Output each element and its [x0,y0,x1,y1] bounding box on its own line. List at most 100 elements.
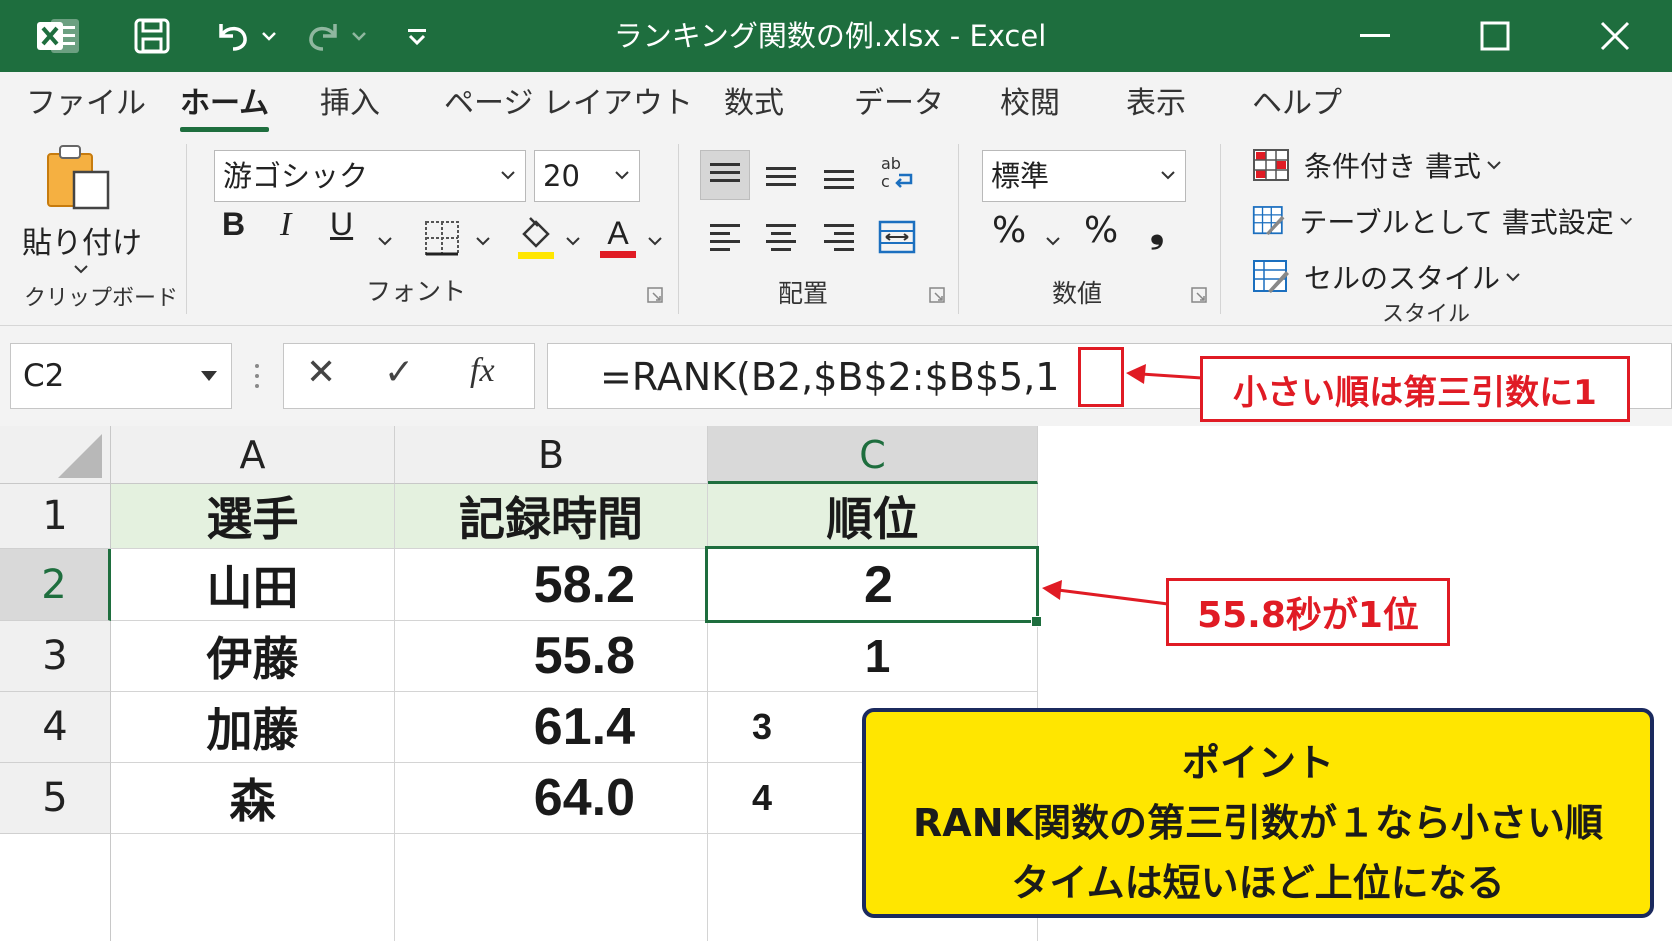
fill-color-button[interactable] [516,212,556,260]
underline-dropdown-icon[interactable] [378,236,392,246]
format-as-table-button[interactable]: テーブルとして 書式設定 [1252,198,1632,244]
percent-style-button[interactable]: % [992,210,1026,251]
font-color-letter: A [607,214,629,251]
separator [958,144,959,314]
tab-insert[interactable]: 挿入 [320,82,380,126]
italic-button[interactable]: I [280,206,291,244]
chevron-down-icon [1506,273,1520,282]
paste-dropdown-icon[interactable] [74,264,88,274]
row-header-5[interactable]: 5 [0,763,111,834]
row-header-blank [0,834,111,941]
format-as-table-label: テーブルとして 書式設定 [1299,206,1614,239]
fill-color-dropdown-icon[interactable] [566,236,580,246]
borders-dropdown-icon[interactable] [476,236,490,246]
cell-b5[interactable]: 64.0 [395,763,708,834]
row-header-3[interactable]: 3 [0,621,111,692]
undo-dropdown-icon[interactable] [258,0,280,72]
paste-label[interactable]: 貼り付け [22,218,142,262]
separator [678,144,679,314]
alignment-dialog-launcher-icon[interactable] [928,286,946,304]
align-top-button[interactable] [700,150,750,200]
bold-button[interactable]: B [222,206,245,243]
chevron-down-icon [1619,217,1632,225]
cell-b2[interactable]: 58.2 [395,549,708,621]
borders-button[interactable] [422,218,462,258]
excel-logo-icon [28,0,88,72]
tab-help[interactable]: ヘルプ [1252,82,1342,126]
align-center-button[interactable] [756,212,806,262]
insert-function-button[interactable]: fx [470,352,495,390]
redo-icon[interactable] [298,0,348,72]
tab-review[interactable]: 校閲 [1000,82,1060,126]
wrap-text-button[interactable]: ab c [872,146,922,196]
row-header-4[interactable]: 4 [0,692,111,763]
font-dialog-launcher-icon[interactable] [646,286,664,304]
close-icon[interactable] [1590,0,1640,72]
cell-c3[interactable]: 1 [708,621,1038,692]
fill-handle[interactable] [1031,616,1042,627]
merge-center-button[interactable] [872,212,922,262]
cell-b3[interactable]: 55.8 [395,621,708,692]
comma-style-button[interactable]: ❟ [1150,210,1164,252]
font-color-button[interactable]: A [598,212,638,260]
align-bottom-button[interactable] [814,150,864,200]
save-icon[interactable] [124,0,180,72]
align-right-icon [824,224,854,251]
minimize-icon[interactable] [1352,0,1398,72]
rank-arrow-icon [1042,580,1168,606]
underline-button[interactable]: U [330,206,353,243]
customize-quick-access-icon[interactable] [400,0,434,72]
row-header-2[interactable]: 2 [0,549,111,621]
font-name-dropdown[interactable]: 游ゴシック [214,150,526,202]
paint-bucket-icon [518,217,554,259]
number-dialog-launcher-icon[interactable] [1190,286,1208,304]
conditional-formatting-button[interactable]: 条件付き 書式 [1252,142,1542,188]
tab-file[interactable]: ファイル [26,82,146,126]
tab-home[interactable]: ホーム [180,82,270,132]
column-header-a[interactable]: A [111,426,395,484]
active-cell-border [705,546,1039,623]
cell-a1[interactable]: 選手 [111,484,395,549]
enter-button[interactable]: ✓ [384,352,414,393]
font-size-dropdown[interactable]: 20 [534,150,640,202]
name-box-value: C2 [23,358,65,394]
percent-button[interactable]: % [1084,210,1118,251]
align-middle-icon [766,167,796,186]
number-format-dropdown[interactable]: 標準 [982,150,1186,202]
cell-c1[interactable]: 順位 [708,484,1038,549]
cell-b1[interactable]: 記録時間 [395,484,708,549]
accounting-dropdown-icon[interactable] [1046,236,1060,246]
select-all-corner[interactable] [0,426,111,484]
align-right-button[interactable] [814,212,864,262]
formula-callout: 小さい順は第三引数に1 [1200,356,1630,422]
row-header-1[interactable]: 1 [0,484,111,549]
cell-b4[interactable]: 61.4 [395,692,708,763]
ribbon-tabs: ファイル ホーム 挿入 ページ レイアウト 数式 データ 校閲 表示 ヘルプ [0,72,1672,136]
column-header-c[interactable]: C [708,426,1038,484]
align-center-icon [766,224,796,251]
name-box[interactable]: C2 [10,343,232,409]
align-top-icon [710,163,740,182]
font-color-dropdown-icon[interactable] [648,236,662,246]
undo-icon[interactable] [208,0,258,72]
formula-arrow-icon [1126,364,1202,384]
align-left-icon [710,224,740,251]
cell-a5[interactable]: 森 [111,763,395,834]
tab-page-layout[interactable]: ページ レイアウト [444,82,693,126]
chevron-down-icon [501,171,515,180]
tab-view[interactable]: 表示 [1126,82,1186,126]
tab-formulas[interactable]: 数式 [724,82,784,126]
separator [1220,144,1221,314]
cell-a3[interactable]: 伊藤 [111,621,395,692]
cell-a2[interactable]: 山田 [111,549,395,621]
cell-a4[interactable]: 加藤 [111,692,395,763]
redo-dropdown-icon[interactable] [348,0,370,72]
align-middle-button[interactable] [756,150,806,200]
cell-styles-button[interactable]: セルのスタイル [1252,254,1542,300]
column-header-b[interactable]: B [395,426,708,484]
maximize-icon[interactable] [1472,0,1518,72]
cancel-button[interactable]: ✕ [306,352,336,393]
grid-line [394,834,395,941]
align-left-button[interactable] [700,212,750,262]
tab-data[interactable]: データ [854,82,944,126]
